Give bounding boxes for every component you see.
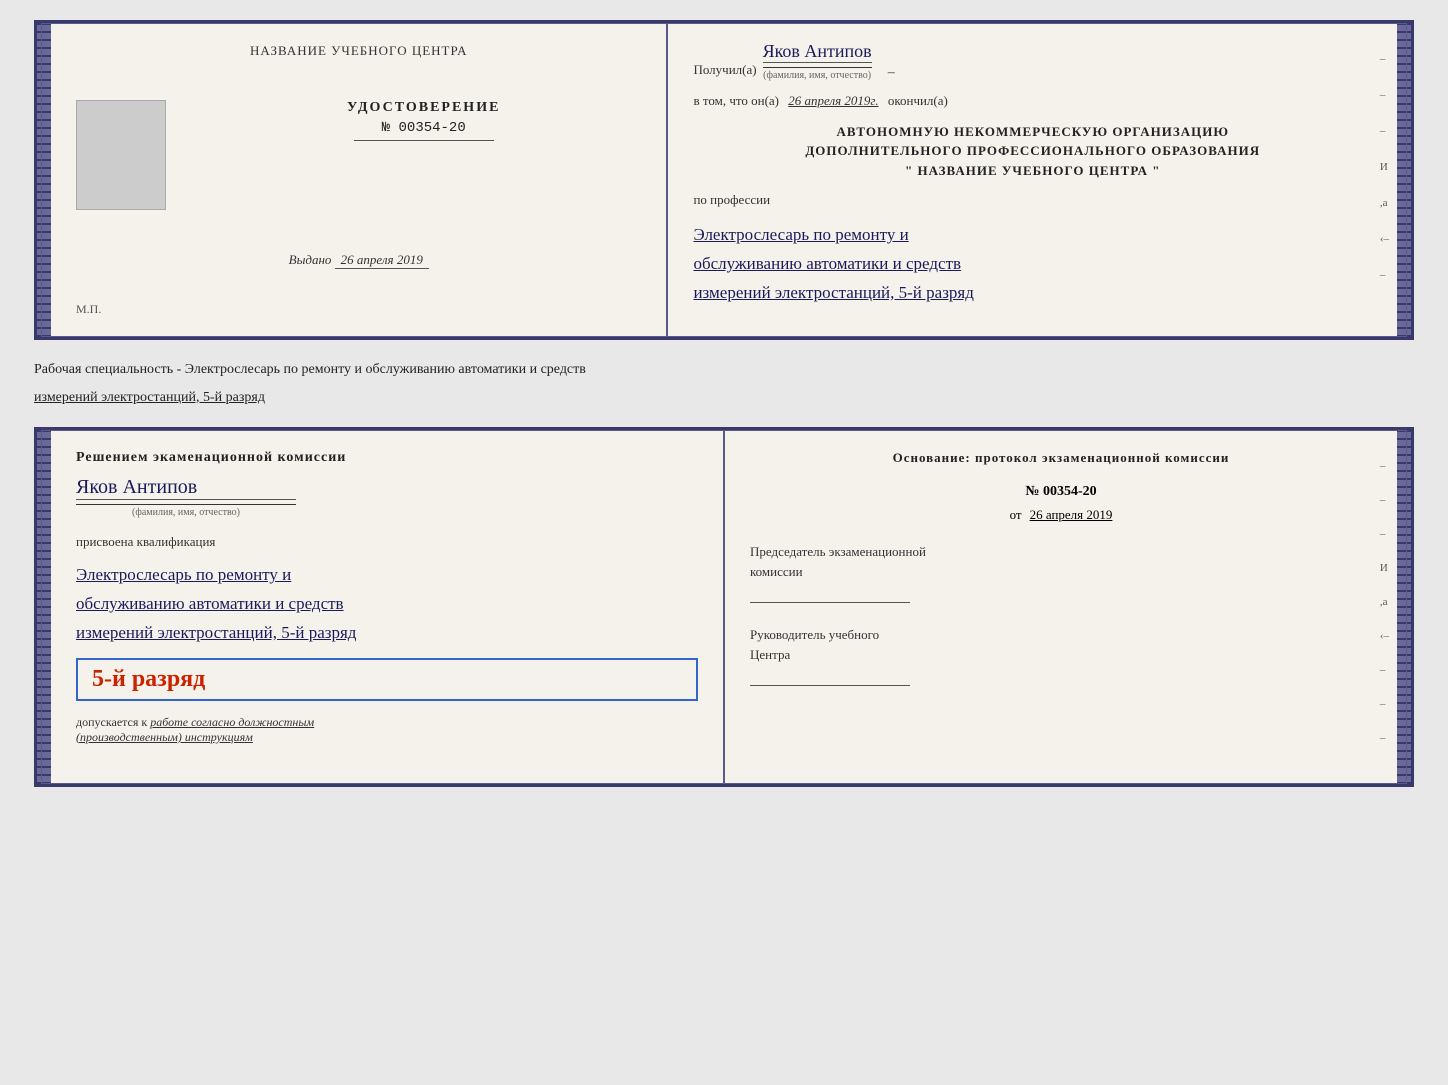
photo-placeholder: [76, 100, 166, 210]
bottom-left-page: Решением экаменационной комиссии Яков Ан…: [51, 430, 725, 784]
spine-right-bottom: [1397, 430, 1411, 784]
issued-label: Выдано: [289, 252, 332, 267]
chairman-label1: Председатель экзаменационной: [750, 544, 1372, 560]
qual-line1: Электрослесарь по ремонту и: [76, 561, 698, 590]
top-left-page: НАЗВАНИЕ УЧЕБНОГО ЦЕНТРА УДОСТОВЕРЕНИЕ №…: [51, 23, 668, 337]
middle-section: Рабочая специальность - Электрослесарь п…: [34, 352, 1414, 415]
director-signature-line: [750, 685, 910, 686]
org-text3: " НАЗВАНИЕ УЧЕБНОГО ЦЕНТРА ": [693, 161, 1372, 181]
date-bottom-prefix: от: [1010, 507, 1022, 522]
profession-line3: измерений электростанций, 5-й разряд: [693, 279, 1372, 308]
spine-right-top: [1397, 23, 1411, 337]
org-text1: АВТОНОМНУЮ НЕКОММЕРЧЕСКУЮ ОРГАНИЗАЦИЮ: [693, 122, 1372, 142]
director-label1: Руководитель учебного: [750, 627, 1372, 643]
middle-line1: Рабочая специальность - Электрослесарь п…: [34, 356, 1414, 384]
person-name: Яков Антипов: [76, 476, 698, 499]
top-booklet: НАЗВАНИЕ УЧЕБНОГО ЦЕНТРА УДОСТОВЕРЕНИЕ №…: [34, 20, 1414, 340]
badge-text: 5-й разряд: [92, 666, 205, 692]
protocol-number-group: № 00354-20: [750, 482, 1372, 500]
date-value: 26 апреля 2019г.: [788, 93, 878, 108]
profession-group: Электрослесарь по ремонту и обслуживанию…: [693, 221, 1372, 308]
edge-marks-bottom: – – – И ,а ‹– – – –: [1380, 460, 1389, 744]
profession-line2: обслуживанию автоматики и средств: [693, 250, 1372, 279]
stamp-label: М.П.: [76, 302, 101, 317]
cert-center-area: УДОСТОВЕРЕНИЕ № 00354-20: [76, 100, 641, 210]
person-name-group: Яков Антипов (фамилия, имя, отчество): [76, 476, 698, 518]
cert-issued: Выдано 26 апреля 2019: [289, 252, 429, 269]
allowed-text2: (производственным) инструкциям: [76, 730, 698, 745]
qual-line3: измерений электростанций, 5-й разряд: [76, 619, 698, 648]
document-container: НАЗВАНИЕ УЧЕБНОГО ЦЕНТРА УДОСТОВЕРЕНИЕ №…: [34, 20, 1414, 787]
spine-left-bottom: [37, 430, 51, 784]
middle-line2: измерений электростанций, 5-й разряд: [34, 384, 1414, 412]
assigned-label: присвоена квалификация: [76, 532, 698, 553]
recipient-prefix: Получил(а): [693, 60, 756, 81]
decision-text: Решением экаменационной комиссии: [76, 450, 698, 466]
basis-label: Основание: протокол экзаменационной коми…: [750, 450, 1372, 466]
profession-line1: Электрослесарь по ремонту и: [693, 221, 1372, 250]
qualification-badge: 5-й разряд: [76, 658, 698, 701]
allowed-text: работе согласно должностным: [150, 715, 314, 729]
org-text2: ДОПОЛНИТЕЛЬНОГО ПРОФЕССИОНАЛЬНОГО ОБРАЗО…: [693, 141, 1372, 161]
top-left-org-name: НАЗВАНИЕ УЧЕБНОГО ЦЕНТРА: [250, 43, 467, 59]
profession-label: по профессии: [693, 192, 770, 207]
spine-left: [37, 23, 51, 337]
edge-marks-top: – – – И ,а ‹– –: [1380, 53, 1389, 281]
director-label2: Центра: [750, 647, 1372, 663]
cert-number: № 00354-20: [382, 120, 466, 136]
qual-line2: обслуживанию автоматики и средств: [76, 590, 698, 619]
chairman-signature-line: [750, 602, 910, 603]
bottom-booklet: Решением экаменационной комиссии Яков Ан…: [34, 427, 1414, 787]
date-suffix: окончил(а): [888, 93, 948, 108]
issued-date: 26 апреля 2019: [335, 252, 429, 269]
recipient-sublabel: (фамилия, имя, отчество): [763, 67, 872, 81]
allowed-prefix: допускается к: [76, 715, 147, 729]
date-bottom-value: 26 апреля 2019: [1030, 507, 1113, 522]
allowed-group: допускается к работе согласно должностны…: [76, 715, 698, 745]
cert-title: УДОСТОВЕРЕНИЕ: [347, 100, 500, 116]
chairman-label2: комиссии: [750, 564, 1372, 580]
person-sublabel: (фамилия, имя, отчество): [76, 504, 296, 518]
bottom-qualification-group: Электрослесарь по ремонту и обслуживанию…: [76, 561, 698, 648]
org-group: АВТОНОМНУЮ НЕКОММЕРЧЕСКУЮ ОРГАНИЗАЦИЮ ДО…: [693, 122, 1372, 181]
date-bottom-group: от 26 апреля 2019: [750, 506, 1372, 524]
protocol-number: № 00354-20: [1025, 484, 1096, 499]
top-right-page: Получил(а) Яков Антипов (фамилия, имя, о…: [668, 23, 1397, 337]
recipient-group: Получил(а) Яков Антипов (фамилия, имя, о…: [693, 41, 1372, 81]
date-prefix: в том, что он(а): [693, 93, 779, 108]
bottom-right-page: Основание: протокол экзаменационной коми…: [725, 430, 1397, 784]
recipient-name: Яков Антипов: [763, 41, 872, 61]
profession-prefix: по профессии: [693, 190, 1372, 211]
date-group: в том, что он(а) 26 апреля 2019г. окончи…: [693, 91, 1372, 112]
